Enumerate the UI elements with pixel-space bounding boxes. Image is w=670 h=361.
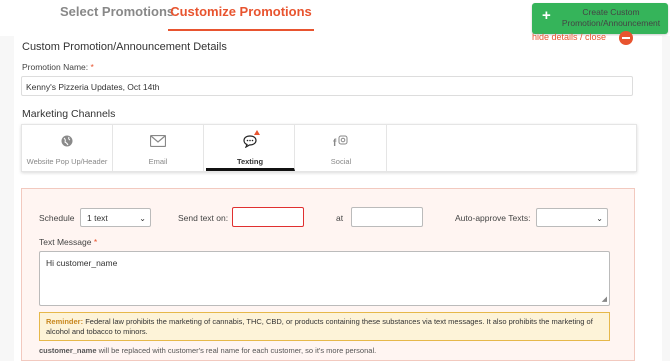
chevron-down-icon: ⌄ xyxy=(139,214,146,223)
text-message-value: Hi customer_name xyxy=(46,258,118,268)
envelope-icon xyxy=(113,134,203,150)
promotion-name-input[interactable]: Kenny's Pizzeria Updates, Oct 14th xyxy=(21,76,633,96)
chat-bubble-icon xyxy=(206,135,294,151)
tab-select-promotions[interactable]: Select Promotions xyxy=(60,0,174,29)
promotion-name-label: Promotion Name: * xyxy=(22,62,94,72)
channel-label: Texting xyxy=(236,157,264,166)
marketing-channels-tabs: Website Pop Up/Header Email Texting f So… xyxy=(21,124,637,172)
send-date-input[interactable] xyxy=(232,207,304,227)
channel-label: Website Pop Up/Header xyxy=(26,157,108,166)
tab-customize-promotions[interactable]: Customize Promotions xyxy=(168,0,314,31)
text-message-input[interactable]: Hi customer_name ◢ xyxy=(39,251,610,306)
svg-text:f: f xyxy=(333,138,337,147)
channel-label: Social xyxy=(330,157,352,166)
footnote-key: customer_name xyxy=(39,346,97,355)
minus-circle-icon[interactable] xyxy=(619,31,633,45)
social-icon: f xyxy=(296,135,386,150)
chevron-down-icon: ⌄ xyxy=(596,214,603,223)
at-label: at xyxy=(336,213,344,223)
required-marker: * xyxy=(93,237,98,247)
marketing-channels-title: Marketing Channels xyxy=(22,108,116,120)
hide-details-link[interactable]: hide details / close xyxy=(532,32,606,42)
promotion-name-label-text: Promotion Name: xyxy=(22,62,89,72)
schedule-select-value: 1 text xyxy=(87,213,108,223)
section-title: Custom Promotion/Announcement Details xyxy=(22,41,227,53)
create-button-label: Create Custom Promotion/Announcement xyxy=(561,7,661,28)
channel-texting[interactable]: Texting xyxy=(206,125,295,171)
text-message-label-text: Text Message xyxy=(39,237,92,247)
personalization-footnote: customer_name will be replaced with cust… xyxy=(39,346,376,355)
globe-icon xyxy=(22,135,112,150)
footnote-text: will be replaced with customer's real na… xyxy=(98,346,377,355)
channel-website[interactable]: Website Pop Up/Header xyxy=(22,125,113,171)
channel-social[interactable]: f Social xyxy=(296,125,387,171)
reminder-title: Reminder: xyxy=(46,317,84,326)
reminder-text: Federal law prohibits the marketing of c… xyxy=(46,317,593,336)
plus-icon: + xyxy=(542,7,551,24)
required-marker: * xyxy=(90,62,94,72)
channel-email[interactable]: Email xyxy=(113,125,204,171)
auto-approve-label: Auto-approve Texts: xyxy=(455,213,531,223)
send-time-input[interactable] xyxy=(351,207,423,227)
reminder-notice: Reminder: Federal law prohibits the mark… xyxy=(39,312,610,341)
schedule-select[interactable]: 1 text ⌄ xyxy=(80,208,151,227)
auto-approve-select[interactable]: ⌄ xyxy=(536,208,608,227)
send-text-on-label: Send text on: xyxy=(178,213,229,223)
channel-label: Email xyxy=(148,157,168,166)
schedule-label: Schedule xyxy=(39,213,75,223)
resize-handle-icon[interactable]: ◢ xyxy=(602,295,607,303)
text-message-label: Text Message * xyxy=(39,237,97,247)
create-custom-promotion-button[interactable]: + Create Custom Promotion/Announcement xyxy=(532,3,668,34)
